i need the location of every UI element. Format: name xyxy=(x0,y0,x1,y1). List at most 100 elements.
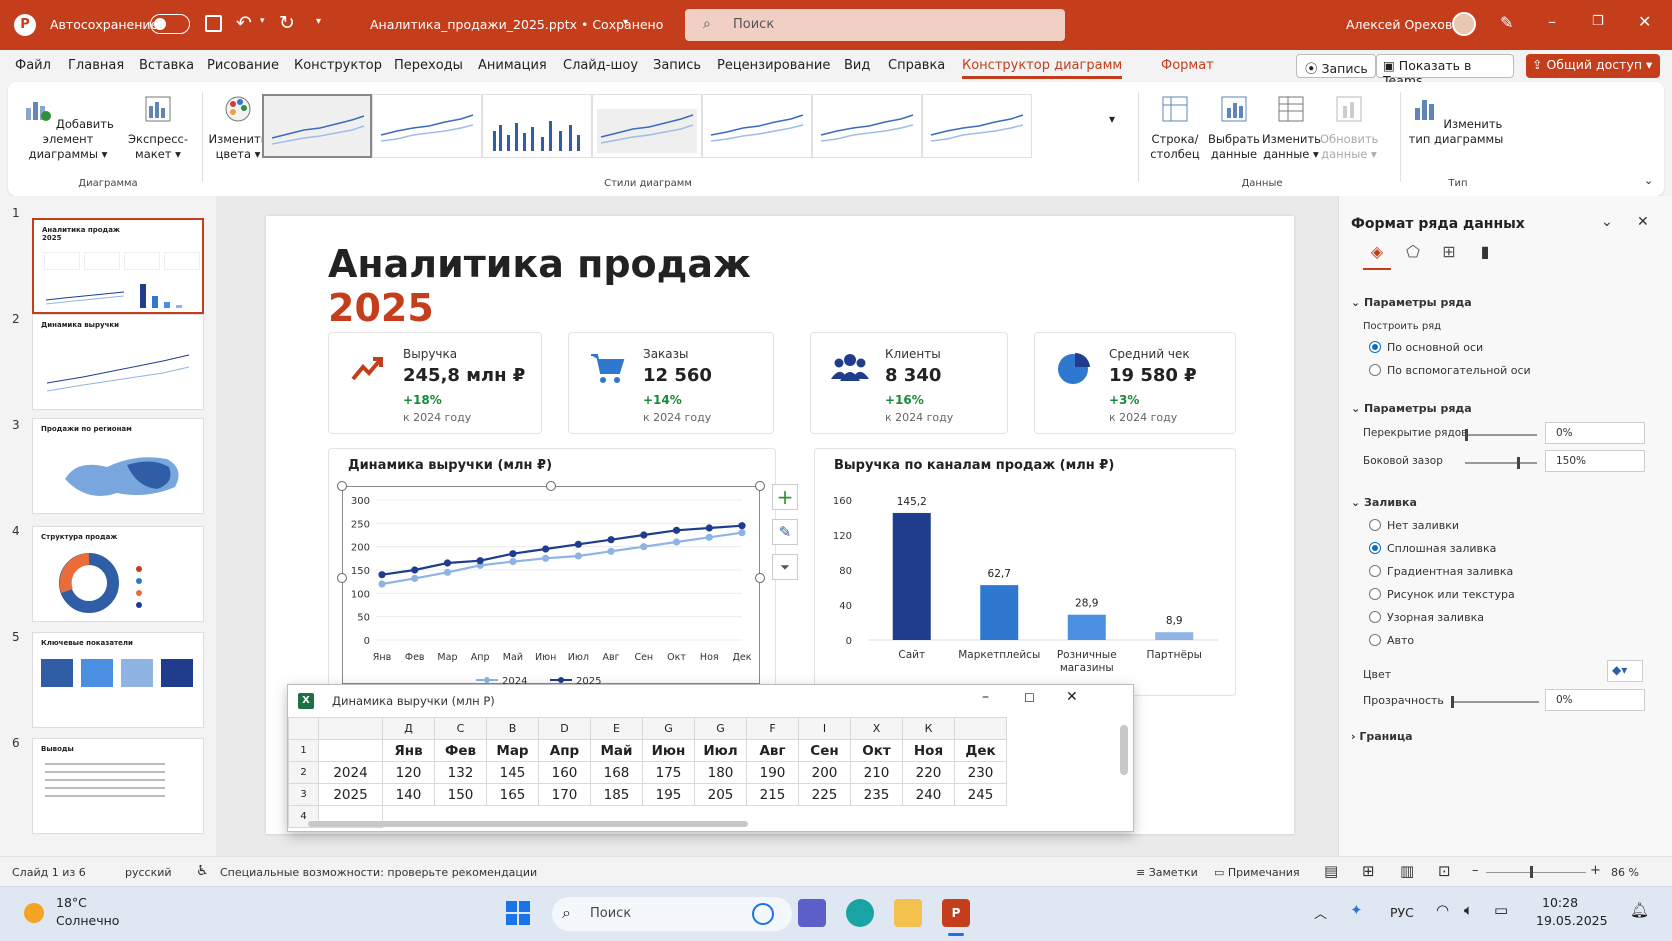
slide-thumbnail[interactable]: Динамика выручки xyxy=(32,314,204,410)
transparency-spinner[interactable]: 0% xyxy=(1545,689,1645,711)
table-cell[interactable]: 140 xyxy=(382,783,435,806)
clock-time[interactable]: 10:28 xyxy=(1542,895,1578,910)
table-cell[interactable]: 150 xyxy=(434,783,487,806)
copilot-icon[interactable]: ✦ xyxy=(1350,901,1363,919)
column-header[interactable]: К xyxy=(902,717,955,740)
refresh-data-button[interactable]: Обновить данные ▾ xyxy=(1320,94,1378,162)
tab-file[interactable]: Файл xyxy=(15,58,51,73)
secondary-axis-radio[interactable] xyxy=(1369,364,1381,376)
tab-slideshow[interactable]: Слайд-шоу xyxy=(563,58,638,73)
weather[interactable]: Солнечно xyxy=(56,913,119,928)
maximize-icon[interactable]: ☐ xyxy=(1024,691,1035,705)
taskbar-search[interactable]: ⌕ Поиск xyxy=(552,897,792,931)
chart-style-5[interactable] xyxy=(702,94,812,158)
tab-format[interactable]: Формат xyxy=(1161,58,1214,73)
bar-chart[interactable]: 0 40 80 120 160 145,2 Сайт 62,7 Маркетплейсы 28,9… xyxy=(822,484,1230,694)
quick-layout-button[interactable]: Экспресс-макет ▾ xyxy=(125,94,191,162)
notification-bell-icon[interactable]: 🔔︎ xyxy=(1630,901,1649,919)
chart-style-6[interactable] xyxy=(812,94,922,158)
zoom-level[interactable]: 86 % xyxy=(1611,866,1639,879)
table-cell[interactable]: 195 xyxy=(642,783,695,806)
tab-design[interactable]: Конструктор xyxy=(294,58,382,73)
effects-tab-icon[interactable]: ⬠ xyxy=(1399,242,1427,270)
chart-data-window[interactable]: X Динамика выручки (млн Р) – ☐ ✕ ДСВDЕGG… xyxy=(287,684,1134,832)
slideshow-icon[interactable]: ⊡ xyxy=(1438,862,1451,880)
tab-insert[interactable]: Вставка xyxy=(139,58,194,73)
slide-thumbnail[interactable]: Ключевые показатели xyxy=(32,632,204,728)
chart-filter-button[interactable]: ⏷ xyxy=(772,554,798,580)
table-cell[interactable]: 170 xyxy=(538,783,591,806)
table-cell[interactable]: 220 xyxy=(902,761,955,784)
avatar[interactable] xyxy=(1452,12,1476,36)
slide-thumbnail[interactable]: Выводы xyxy=(32,738,204,834)
chevron-down-icon[interactable]: ▾ xyxy=(623,17,628,28)
table-cell[interactable]: Сен xyxy=(798,739,851,762)
minimize-icon[interactable]: – xyxy=(982,689,989,705)
table-cell[interactable]: 215 xyxy=(746,783,799,806)
temperature[interactable]: 18°C xyxy=(56,895,87,910)
language-indicator[interactable]: русский xyxy=(125,866,172,879)
table-cell[interactable]: 165 xyxy=(486,783,539,806)
input-language[interactable]: РУС xyxy=(1390,905,1414,920)
tab-help[interactable]: Справка xyxy=(888,58,945,73)
gap-slider[interactable] xyxy=(1465,457,1537,469)
column-header[interactable]: D xyxy=(538,717,591,740)
redo-icon[interactable]: ↻ xyxy=(279,12,295,34)
chevron-up-icon[interactable]: ︿ xyxy=(1314,903,1327,922)
table-cell[interactable]: Фев xyxy=(434,739,487,762)
overlap-slider[interactable] xyxy=(1465,429,1537,441)
transparency-slider[interactable] xyxy=(1451,696,1539,708)
vertical-scrollbar[interactable] xyxy=(1120,725,1128,775)
table-cell[interactable]: Окт xyxy=(850,739,903,762)
picture-fill-radio[interactable] xyxy=(1369,588,1381,600)
chart-style-3[interactable] xyxy=(482,94,592,158)
chart-styles-button[interactable]: ✎ xyxy=(772,519,798,545)
table-cell[interactable]: Июл xyxy=(694,739,747,762)
chart-style-4[interactable] xyxy=(592,94,702,158)
table-cell[interactable]: 190 xyxy=(746,761,799,784)
close-icon[interactable]: ✕ xyxy=(1066,689,1078,705)
line-chart[interactable]: 0 50 100 150 200 250 300 Янв Фев Мар Апр Май Июн Июл А… xyxy=(342,486,760,696)
slide-thumbnail[interactable]: Продажи по регионам xyxy=(32,418,204,514)
chevron-down-icon[interactable]: ⌄ xyxy=(1601,214,1613,230)
slide-thumbnail[interactable]: Аналитика продаж 2025 xyxy=(32,218,204,314)
styles-more-icon[interactable]: ▾ xyxy=(1109,112,1115,126)
table-cell[interactable]: 205 xyxy=(694,783,747,806)
table-cell[interactable]: Дек xyxy=(954,739,1007,762)
table-cell[interactable]: 2024 xyxy=(318,761,383,784)
solid-fill-radio[interactable] xyxy=(1369,542,1381,554)
auto-fill-radio[interactable] xyxy=(1369,634,1381,646)
record-button[interactable]: ⦿ Запись xyxy=(1296,54,1376,78)
table-cell[interactable]: 245 xyxy=(954,783,1007,806)
column-header[interactable]: Е xyxy=(590,717,643,740)
reading-view-icon[interactable]: ▥ xyxy=(1400,862,1414,880)
table-cell[interactable]: Янв xyxy=(382,739,435,762)
undo-icon[interactable]: ↶ xyxy=(236,12,252,34)
pattern-fill-radio[interactable] xyxy=(1369,611,1381,623)
section-toggle[interactable]: ⌄ Заливка xyxy=(1351,496,1417,509)
table-cell[interactable] xyxy=(318,739,383,762)
table-cell[interactable]: 225 xyxy=(798,783,851,806)
share-button[interactable]: ⇪ Общий доступ ▾ xyxy=(1526,54,1660,78)
save-icon[interactable] xyxy=(205,15,222,32)
change-colors-button[interactable]: Изменить цвета ▾ xyxy=(208,94,268,162)
zoom-in-icon[interactable]: + xyxy=(1590,863,1601,878)
chart-style-7[interactable] xyxy=(922,94,1032,158)
user-name[interactable]: Алексей Орехов xyxy=(1346,17,1452,32)
teams-icon[interactable] xyxy=(798,899,826,927)
fill-color-button[interactable]: ◆▾ xyxy=(1607,660,1643,682)
section-toggle[interactable]: › Граница xyxy=(1351,730,1413,743)
collapse-ribbon-icon[interactable]: ⌄ xyxy=(1644,174,1653,187)
tab-draw[interactable]: Рисование xyxy=(207,58,279,73)
table-cell[interactable]: Июн xyxy=(642,739,695,762)
zoom-slider[interactable] xyxy=(1486,866,1586,878)
table-cell[interactable]: 235 xyxy=(850,783,903,806)
wifi-icon[interactable]: ◠ xyxy=(1436,901,1449,919)
kpi-card-avg-check[interactable]: Средний чек 19 580 ₽ +3% к 2024 году xyxy=(1034,332,1236,434)
show-in-teams-button[interactable]: ▣ Показать в Teams xyxy=(1376,54,1514,88)
table-cell[interactable]: 175 xyxy=(642,761,695,784)
customize-qat-icon[interactable]: ▾ xyxy=(316,16,321,27)
document-title[interactable]: Аналитика_продажи_2025.pptx • Сохранено xyxy=(370,17,663,32)
clock-date[interactable]: 19.05.2025 xyxy=(1536,913,1608,928)
table-cell[interactable]: Апр xyxy=(538,739,591,762)
